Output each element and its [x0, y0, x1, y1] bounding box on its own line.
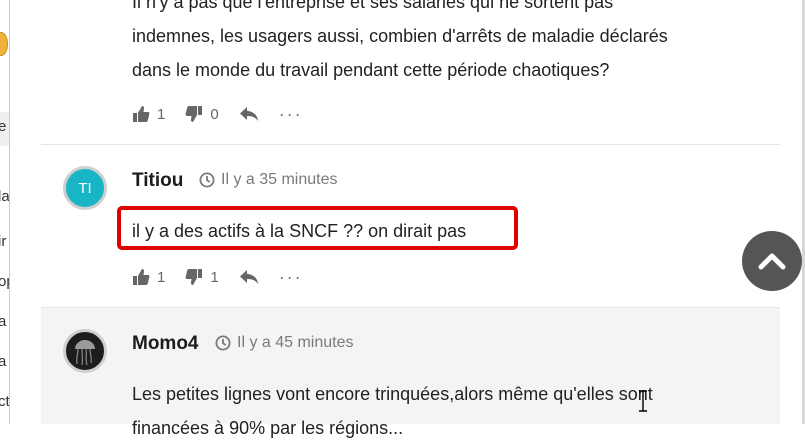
like-count: 1 — [157, 105, 166, 123]
more-button[interactable]: ··· — [278, 104, 303, 124]
sidebar-fragment: a — [0, 353, 6, 370]
comment-timestamp: Il y a 35 minutes — [199, 171, 338, 189]
left-sidebar: e la ir op a a ct — [0, 0, 10, 424]
clock-icon — [215, 335, 231, 351]
comment-text-line: Les petites lignes vont encore trinquées… — [132, 384, 653, 404]
like-button[interactable]: 1 — [132, 105, 165, 123]
thumbs-down-icon — [185, 106, 203, 122]
dislike-button[interactable]: 0 — [185, 105, 219, 123]
avatar[interactable]: TI — [63, 166, 107, 210]
dislike-count: 0 — [210, 105, 219, 123]
reply-button[interactable] — [239, 106, 259, 122]
timestamp-text: Il y a 35 minutes — [221, 171, 338, 188]
chevron-up-icon — [758, 253, 786, 270]
comment-text: Les petites lignes vont encore trinquées… — [132, 377, 772, 445]
highlight-box — [117, 206, 518, 250]
comment-text: Il n'y a pas que l'entreprise et ses sal… — [132, 0, 772, 87]
comment-text-line: indemnes, les usagers aussi, combien d'a… — [132, 26, 668, 46]
jellyfish-icon — [75, 340, 95, 366]
more-icon: ··· — [278, 267, 303, 287]
comment-divider — [41, 144, 780, 145]
thumbs-up-icon — [133, 106, 150, 122]
timestamp-text: Il y a 45 minutes — [237, 334, 354, 351]
comment-actions: 1 1 ··· — [132, 266, 323, 288]
clock-icon — [199, 172, 215, 188]
comment-text-line: dans le monde du travail pendant cette p… — [132, 60, 610, 80]
dislike-count: 1 — [210, 268, 219, 286]
dislike-button[interactable]: 1 — [185, 268, 219, 286]
comment-text-line: financées à 90% par les régions... — [132, 418, 404, 438]
sidebar-fragment: op — [0, 273, 9, 290]
like-button[interactable]: 1 — [132, 268, 165, 286]
scroll-to-top-button[interactable] — [742, 231, 802, 291]
sidebar-fragment: ct — [0, 393, 10, 410]
sidebar-fragment: a — [0, 313, 6, 330]
text-cursor-icon — [639, 390, 647, 412]
more-button[interactable]: ··· — [278, 267, 303, 287]
reply-icon — [239, 107, 258, 121]
comment-text-line: Il n'y a pas que l'entreprise et ses sal… — [132, 0, 614, 12]
sidebar-fragment: ir — [0, 233, 7, 250]
like-count: 1 — [157, 268, 166, 286]
avatar[interactable] — [63, 329, 107, 373]
comment-author[interactable]: Momo4 — [132, 333, 199, 355]
emoji-icon — [0, 32, 8, 56]
comment-author[interactable]: Titiou — [132, 170, 183, 192]
sidebar-fragment: e — [0, 118, 6, 135]
more-icon: ··· — [278, 104, 303, 124]
comment-timestamp: Il y a 45 minutes — [215, 334, 354, 352]
comment-actions: 1 0 ··· — [132, 103, 323, 125]
thumbs-down-icon — [185, 269, 203, 285]
avatar-initials: TI — [78, 179, 92, 197]
reply-icon — [239, 270, 258, 284]
reply-button[interactable] — [239, 269, 259, 285]
sidebar-fragment: la — [0, 188, 10, 205]
thumbs-up-icon — [133, 269, 150, 285]
